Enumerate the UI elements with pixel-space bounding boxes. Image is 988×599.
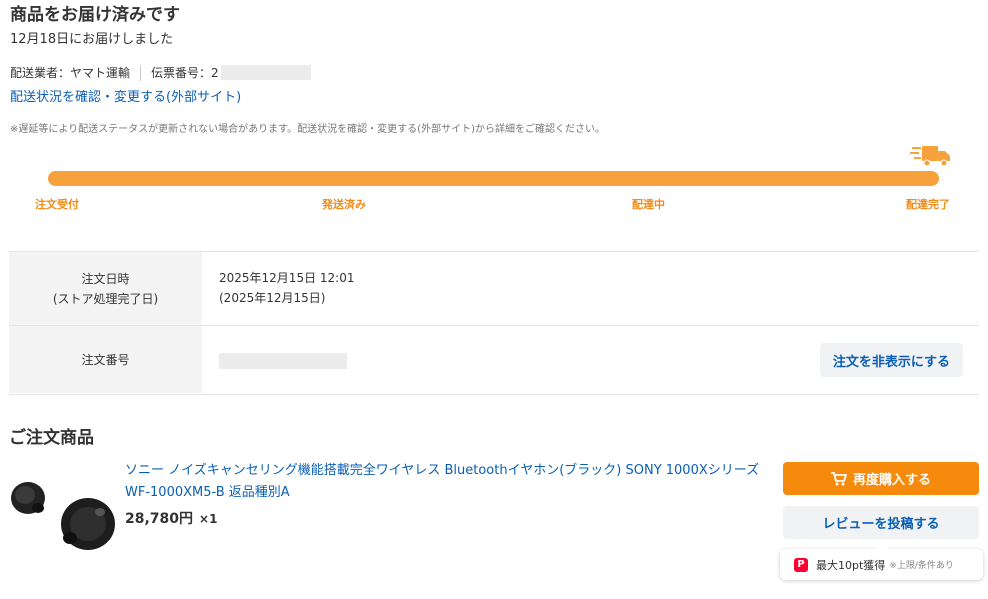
- points-condition-note: ※上限/条件あり: [889, 561, 954, 571]
- product-quantity: ×1: [199, 512, 218, 526]
- store-processed-date: (2025年12月15日): [219, 291, 326, 305]
- rebuy-label: 再度購入する: [852, 473, 931, 488]
- step-shipped: 発送済み: [322, 198, 366, 211]
- tracking-number-label: 伝票番号：2: [151, 66, 219, 80]
- shipping-info: 配送業者：ヤマト運輸 伝票番号：2: [10, 64, 311, 81]
- delivery-truck-icon: [910, 146, 950, 167]
- step-in-transit: 配達中: [632, 198, 665, 211]
- masked-tracking-number: [220, 65, 311, 80]
- product-price-row: 28,780円 ×1: [125, 508, 217, 528]
- points-tooltip: P 最大10pt獲得 ※上限/条件あり: [780, 543, 983, 580]
- order-date-label: 注文日時 (ストア処理完了日): [9, 252, 202, 325]
- product-price: 28,780円: [125, 511, 194, 527]
- masked-order-number: [219, 352, 347, 369]
- carrier-label: 配送業者：ヤマト運輸: [10, 66, 131, 80]
- cart-icon: [830, 471, 847, 485]
- order-date-label-main: 注文日時: [81, 271, 130, 286]
- track-shipment-link[interactable]: 配送状況を確認・変更する(外部サイト): [10, 86, 241, 105]
- order-date-label-sub: (ストア処理完了日): [52, 291, 159, 306]
- order-info-table: 注文日時 (ストア処理完了日) 2025年12月15日 12:01 (2025年…: [9, 251, 979, 395]
- order-datetime: 2025年12月15日 12:01: [219, 271, 355, 285]
- order-date-value: 2025年12月15日 12:01 (2025年12月15日): [219, 268, 354, 308]
- divider: [140, 64, 142, 81]
- page-title: 商品をお届け済みです: [10, 5, 180, 25]
- paypay-icon: P: [794, 557, 808, 572]
- order-number-label-text: 注文番号: [81, 352, 130, 367]
- order-date-row: 注文日時 (ストア処理完了日) 2025年12月15日 12:01 (2025年…: [9, 252, 979, 326]
- post-review-button[interactable]: レビューを投稿する: [783, 506, 979, 539]
- order-number-label: 注文番号: [9, 326, 202, 393]
- delivered-date: 12月18日にお届けしました: [10, 32, 174, 47]
- ordered-items-title: ご注文商品: [9, 428, 94, 448]
- delay-notice: ※遅延等により配送ステータスが更新されない場合があります。配送状況を確認・変更す…: [10, 124, 605, 135]
- rebuy-button[interactable]: 再度購入する: [783, 462, 979, 495]
- order-number-row: 注文番号 注文を非表示にする: [9, 326, 979, 393]
- order-number-value: [219, 350, 347, 370]
- product-image[interactable]: [8, 474, 118, 554]
- step-delivered: 配達完了: [906, 198, 950, 211]
- hide-order-button[interactable]: 注文を非表示にする: [819, 343, 963, 377]
- product-name-link[interactable]: ソニー ノイズキャンセリング機能搭載完全ワイヤレス Bluetoothイヤホン(…: [125, 460, 773, 504]
- delivery-progress-bar: [48, 171, 939, 186]
- points-text: 最大10pt獲得: [816, 558, 886, 572]
- step-order-received: 注文受付: [35, 198, 79, 211]
